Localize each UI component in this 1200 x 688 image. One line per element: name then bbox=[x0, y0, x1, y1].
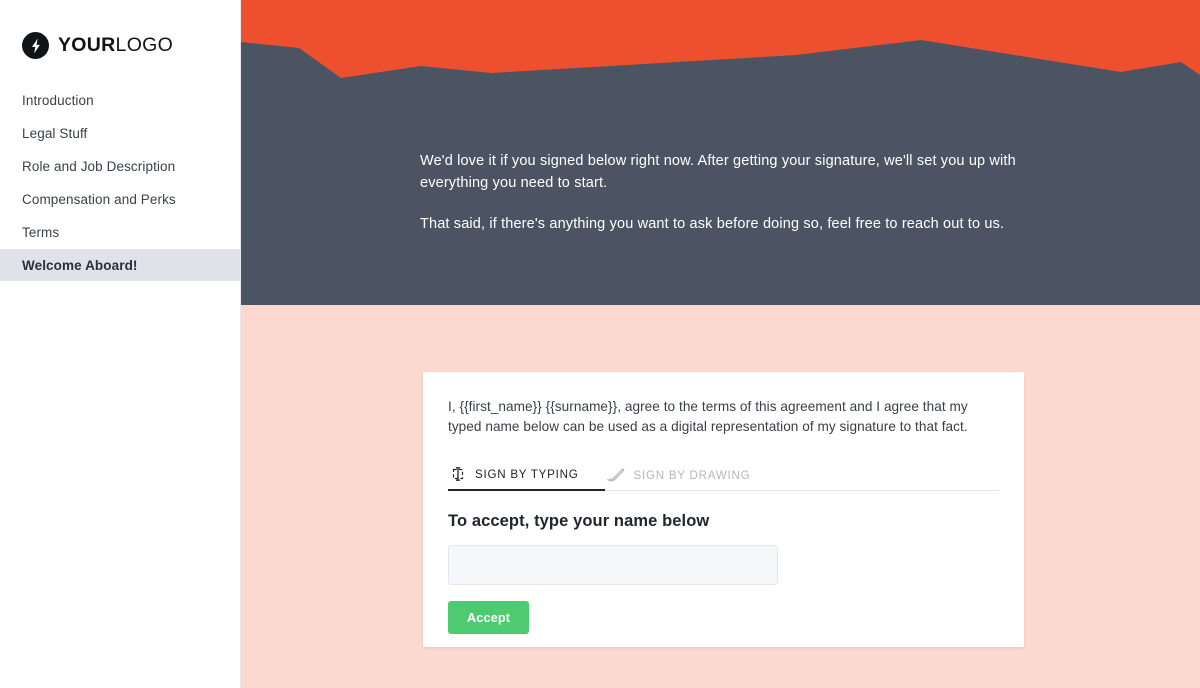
main-content: We'd love it if you signed below right n… bbox=[241, 0, 1200, 688]
signature-card-body: I, {{first_name}} {{surname}}, agree to … bbox=[423, 372, 1024, 634]
brand-logo-light: LOGO bbox=[115, 33, 174, 56]
sidebar-nav: Introduction Legal Stuff Role and Job De… bbox=[0, 84, 240, 281]
sidebar-item-introduction[interactable]: Introduction bbox=[0, 84, 240, 116]
onboarding-page: YOURLOGO Introduction Legal Stuff Role a… bbox=[0, 0, 1200, 688]
brand-logo-text: YOURLOGO bbox=[58, 33, 174, 56]
tab-sign-by-typing[interactable]: SIGN BY TYPING bbox=[448, 459, 605, 491]
hero-copy: We'd love it if you signed below right n… bbox=[420, 150, 1020, 235]
sidebar-item-label: Welcome Aboard! bbox=[22, 257, 138, 273]
sidebar-item-legal-stuff[interactable]: Legal Stuff bbox=[0, 117, 240, 149]
brand-logo-bold: YOUR bbox=[58, 33, 116, 56]
hero-paragraph-2: That said, if there's anything you want … bbox=[420, 216, 1005, 232]
signature-name-input[interactable] bbox=[448, 545, 778, 585]
signature-method-tabs: SIGN BY TYPING SIGN BY DRAWING bbox=[448, 458, 999, 491]
pen-icon bbox=[606, 468, 625, 482]
brand-logo[interactable]: YOURLOGO bbox=[0, 0, 240, 62]
sidebar-item-label: Legal Stuff bbox=[22, 125, 88, 141]
accept-heading: To accept, type your name below bbox=[448, 512, 710, 530]
sidebar-item-compensation-and-perks[interactable]: Compensation and Perks bbox=[0, 183, 240, 215]
zigzag-banner-shape bbox=[241, 0, 1200, 78]
sidebar-item-label: Role and Job Description bbox=[22, 158, 176, 174]
hero-paragraph-1: We'd love it if you signed below right n… bbox=[420, 153, 1016, 191]
sidebar-item-label: Terms bbox=[22, 224, 60, 240]
sidebar-item-label: Introduction bbox=[22, 92, 94, 108]
tab-sign-by-drawing[interactable]: SIGN BY DRAWING bbox=[605, 459, 765, 491]
tab-label: SIGN BY DRAWING bbox=[633, 468, 751, 482]
sidebar-item-welcome-aboard[interactable]: Welcome Aboard! bbox=[0, 249, 240, 281]
sidebar-item-terms[interactable]: Terms bbox=[0, 216, 240, 248]
sidebar-item-role-and-job-description[interactable]: Role and Job Description bbox=[0, 150, 240, 182]
hero-band: We'd love it if you signed below right n… bbox=[241, 0, 1200, 305]
text-cursor-icon bbox=[450, 467, 466, 481]
consent-text: I, {{first_name}} {{surname}}, agree to … bbox=[448, 399, 968, 434]
tab-label: SIGN BY TYPING bbox=[475, 467, 579, 481]
sidebar-item-label: Compensation and Perks bbox=[22, 191, 176, 207]
lightning-bolt-icon bbox=[22, 32, 49, 59]
sidebar: YOURLOGO Introduction Legal Stuff Role a… bbox=[0, 0, 241, 688]
accept-button[interactable]: Accept bbox=[448, 601, 530, 634]
signature-card: I, {{first_name}} {{surname}}, agree to … bbox=[423, 372, 1024, 647]
